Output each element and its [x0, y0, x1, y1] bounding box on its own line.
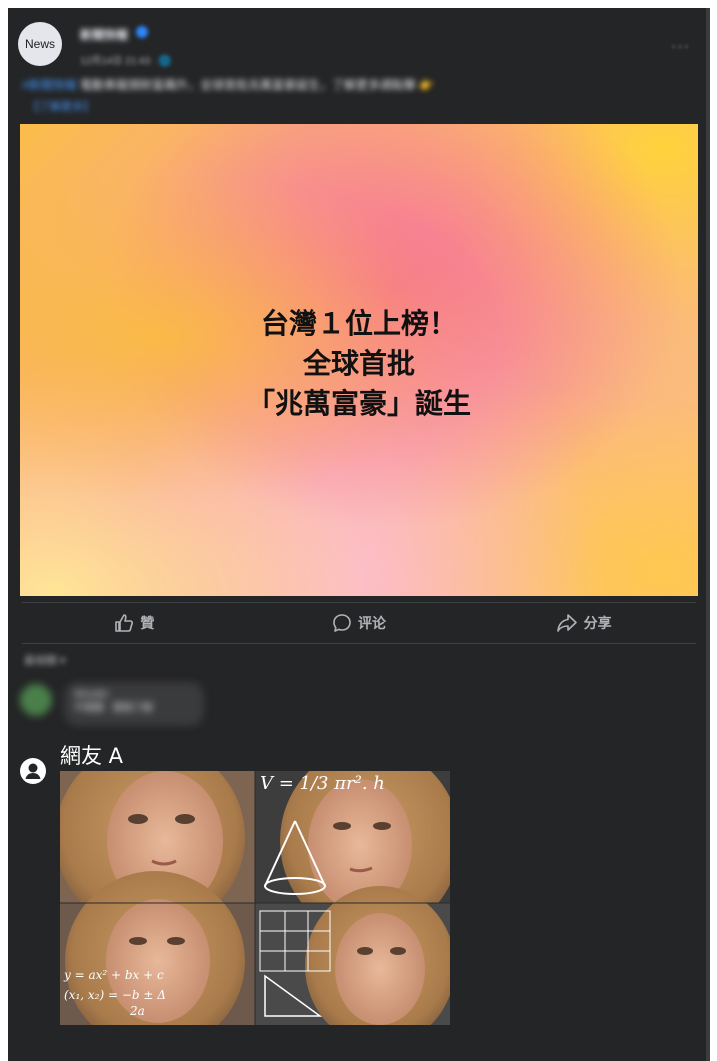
more-options-icon[interactable]: ···: [671, 38, 690, 56]
share-label: 分享: [583, 615, 612, 631]
comment-label: 评论: [358, 615, 386, 631]
comment-item: 網友 A V = 1/3 πr². h y = ax² + bx + c (x₁…: [8, 736, 710, 1036]
blurred-comment: Wonder 不需要 · 贊我了解: [18, 682, 218, 732]
like-label: 贊: [140, 615, 155, 631]
headline-line-2: 全球首批: [302, 347, 415, 380]
comment-sort-dropdown[interactable]: 最相關 ▾: [24, 652, 66, 668]
share-button[interactable]: 分享: [471, 613, 696, 633]
page-name[interactable]: 新聞快報: [80, 26, 128, 43]
svg-text:2a: 2a: [129, 1004, 145, 1018]
post-caption: #新聞快報 電動車龍頭財富飆升，全球首批兆萬富豪誕生，了解更多請點擊 👉: [22, 76, 622, 94]
svg-text:y = ax² + bx + c: y = ax² + bx + c: [63, 968, 164, 982]
math-lady-meme-graphic: V = 1/3 πr². h y = ax² + bx + c (x₁, x₂)…: [60, 771, 450, 1025]
like-button[interactable]: 贊: [22, 613, 247, 633]
share-arrow-icon: [556, 614, 577, 632]
post-timestamp[interactable]: 12月14日 21:43 · 🌐: [80, 52, 171, 67]
thumbs-up-icon: [115, 614, 134, 632]
comment-meme-image[interactable]: V = 1/3 πr². h y = ax² + bx + c (x₁, x₂)…: [60, 771, 450, 1025]
avatar-label: News: [24, 37, 55, 51]
user-avatar-icon[interactable]: [20, 758, 46, 784]
comment-bubble: Wonder 不需要 · 贊我了解: [64, 682, 204, 726]
commenter-avatar[interactable]: [20, 684, 52, 716]
caption-text: 電動車龍頭財富飆升，全球首批兆萬富豪誕生，了解更多請點擊 👉: [80, 78, 435, 92]
headline-line-3: 「兆萬富豪」誕生: [246, 387, 471, 420]
svg-text:V = 1/3 πr². h: V = 1/3 πr². h: [260, 773, 385, 794]
post-action-bar: 贊 评论 分享: [22, 602, 696, 644]
blurred-commenter-name: Wonder: [74, 689, 109, 700]
post-image[interactable]: 台灣１位上榜！ 全球首批 「兆萬富豪」誕生: [20, 124, 698, 596]
commenter-name[interactable]: 網友 A: [60, 740, 123, 770]
page-avatar[interactable]: News: [18, 22, 62, 66]
svg-text:(x₁, x₂) = −b ± Δ: (x₁, x₂) = −b ± Δ: [64, 988, 166, 1002]
comment-button[interactable]: 评论: [247, 613, 472, 633]
speech-bubble-icon: [333, 614, 351, 632]
blurred-comment-text: 不需要 · 贊我了解: [74, 703, 153, 714]
headline-line-1: 台灣１位上榜！: [260, 307, 457, 340]
caption-hashtag[interactable]: #新聞快報: [22, 78, 77, 92]
verified-badge-icon: [136, 26, 148, 38]
post-card: News 新聞快報 12月14日 21:43 · 🌐 ··· #新聞快報 電動車…: [8, 8, 710, 1061]
post-header: News 新聞快報 12月14日 21:43 · 🌐 ··· #新聞快報 電動車…: [8, 8, 710, 128]
caption-link[interactable]: 【了解更多】: [28, 98, 94, 114]
image-headline: 台灣１位上榜！ 全球首批 「兆萬富豪」誕生: [20, 304, 698, 424]
